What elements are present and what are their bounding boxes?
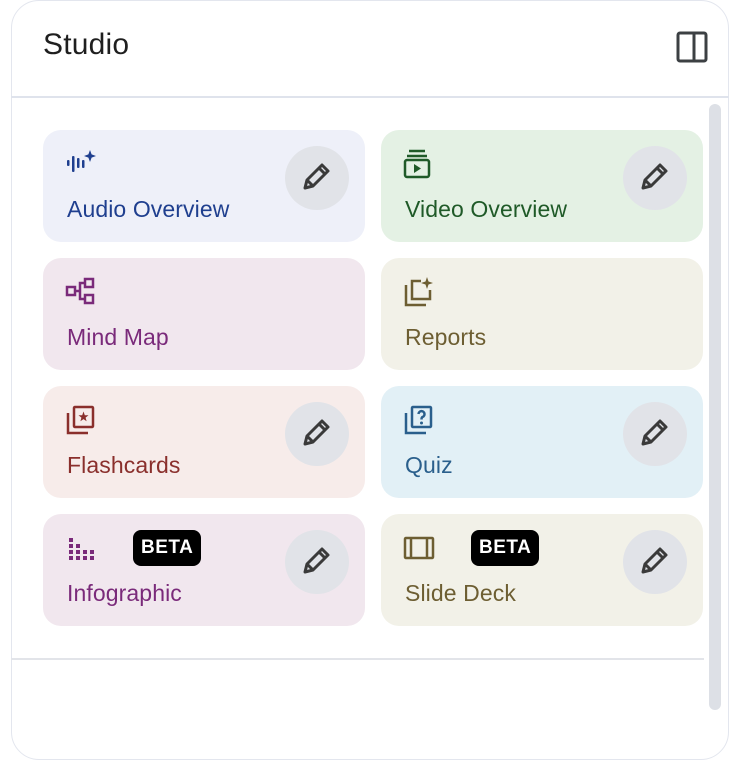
tile-flashcards[interactable]: Flashcards — [43, 386, 365, 498]
edit-button[interactable] — [623, 402, 687, 466]
reports-sparkle-icon — [403, 276, 435, 308]
tile-label: Reports — [405, 324, 487, 350]
slide-deck-icon — [403, 532, 435, 564]
studio-panel — [11, 0, 729, 760]
edit-button[interactable] — [285, 146, 349, 210]
pencil-icon — [638, 159, 672, 198]
edit-button[interactable] — [285, 402, 349, 466]
tile-slide-deck[interactable]: BETA Slide Deck — [381, 514, 703, 626]
studio-header: Studio — [11, 0, 729, 96]
section-divider — [11, 658, 704, 660]
pencil-icon — [300, 159, 334, 198]
scrollbar[interactable] — [709, 104, 721, 710]
pencil-icon — [638, 543, 672, 582]
tile-mind-map[interactable]: Mind Map — [43, 258, 365, 370]
tile-audio-overview[interactable]: Audio Overview — [43, 130, 365, 242]
tile-label: Quiz — [405, 452, 453, 478]
tile-quiz[interactable]: Quiz — [381, 386, 703, 498]
tile-label: Infographic — [67, 580, 182, 606]
tile-video-overview[interactable]: Video Overview — [381, 130, 703, 242]
quiz-icon — [403, 404, 435, 436]
edit-button[interactable] — [623, 146, 687, 210]
audio-sparkle-icon — [65, 148, 97, 180]
tile-label: Flashcards — [67, 452, 181, 478]
tile-label: Slide Deck — [405, 580, 516, 606]
edit-button[interactable] — [285, 530, 349, 594]
mind-map-icon — [65, 276, 97, 308]
tile-infographic[interactable]: BETA Infographic — [43, 514, 365, 626]
video-stack-icon — [403, 148, 435, 180]
page-title: Studio — [43, 28, 130, 61]
pencil-icon — [300, 415, 334, 454]
pencil-icon — [300, 543, 334, 582]
tile-reports[interactable]: Reports — [381, 258, 703, 370]
tile-label: Audio Overview — [67, 196, 230, 222]
beta-badge: BETA — [471, 530, 540, 566]
beta-badge: BETA — [133, 530, 202, 566]
flashcards-icon — [65, 404, 97, 436]
edit-button[interactable] — [623, 530, 687, 594]
pencil-icon — [638, 415, 672, 454]
tile-label: Video Overview — [405, 196, 568, 222]
infographic-icon — [65, 532, 97, 564]
header-divider — [11, 96, 729, 98]
side-panel-icon[interactable] — [675, 30, 709, 64]
tile-label: Mind Map — [67, 324, 169, 350]
